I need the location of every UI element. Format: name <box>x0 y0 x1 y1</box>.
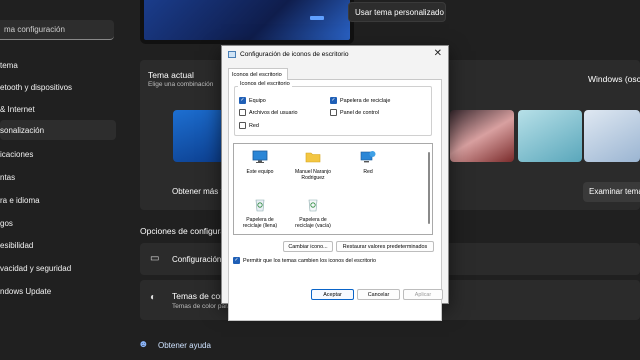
checkmark-icon: ✓ <box>239 97 246 104</box>
sidebar-item-accounts[interactable]: ntas <box>0 167 116 187</box>
desktop-icon-list[interactable]: Este equipo Manuel Naranjo Rodriguez Red… <box>233 143 433 235</box>
checkbox-recycle-bin[interactable]: ✓ Papelera de reciclaje <box>330 97 390 104</box>
get-more-themes-label: Obtener más t <box>172 187 223 196</box>
sidebar-item-personalization[interactable]: sonalización <box>0 120 116 140</box>
folder-icon <box>305 152 321 163</box>
checkbox-network-label: Red <box>249 122 259 129</box>
sidebar-item-bluetooth[interactable]: etooth y dispositivos <box>0 77 116 97</box>
checkbox-allow-themes-label: Permitir que los temas cambien los icono… <box>243 257 377 264</box>
checkbox-user-files-label: Archivos del usuario <box>249 109 298 116</box>
dialog-title: Configuración de iconos de escritorio <box>240 51 349 58</box>
monitor-icon <box>252 150 268 163</box>
close-icon[interactable]: ✕ <box>434 48 442 59</box>
contrast-themes-title: Temas de cor <box>172 291 224 301</box>
checkbox-user-files[interactable]: Archivos del usuario <box>239 109 298 116</box>
tab-desktop-icons[interactable]: Iconos del escritorio <box>228 68 288 80</box>
icon-item-label: Red <box>363 169 373 175</box>
sidebar-item-privacy[interactable]: vacidad y seguridad <box>0 258 116 278</box>
search-input[interactable]: ma configuración <box>0 20 114 40</box>
change-icon-button[interactable]: Cambiar icono... <box>283 241 333 252</box>
related-settings-heading: Opciones de configura <box>140 226 226 236</box>
theme-preview <box>140 0 354 44</box>
current-theme-subtitle: Elige una combinación <box>148 81 214 88</box>
checkbox-control-panel-box <box>330 109 337 116</box>
desktop-icons-group-label: Iconos del escritorio <box>238 81 292 87</box>
checkbox-control-panel-label: Panel de control <box>340 109 379 116</box>
checkmark-icon: ✓ <box>233 257 240 264</box>
monitor-icon: ▭ <box>150 253 160 264</box>
network-icon <box>360 151 376 163</box>
sidebar-item-network[interactable]: & Internet <box>0 99 116 119</box>
ok-button[interactable]: Aceptar <box>311 289 354 300</box>
contrast-icon: ◐ <box>150 292 157 303</box>
icon-item-recycle-empty[interactable]: Papelera de reciclaje (vacía) <box>291 198 335 229</box>
desktop-icon-settings-label: Configuración <box>172 255 222 264</box>
checkbox-recycle-bin-label: Papelera de reciclaje <box>340 97 391 104</box>
apply-button[interactable]: Aplicar <box>403 289 443 300</box>
checkmark-icon: ✓ <box>330 97 337 104</box>
get-help-link[interactable]: Obtener ayuda <box>158 341 211 350</box>
sidebar-item-apps[interactable]: icaciones <box>0 144 116 164</box>
dialog-title-bar: Configuración de iconos de escritorio ✕ <box>222 46 448 64</box>
recycle-bin-empty-icon <box>308 199 318 212</box>
checkbox-equipo[interactable]: ✓ Equipo <box>239 97 266 104</box>
desktop-icon-settings-dialog: Configuración de iconos de escritorio ✕ … <box>221 45 449 321</box>
sidebar-item-accessibility[interactable]: esibilidad <box>0 235 116 255</box>
use-custom-theme-button[interactable]: Usar tema personalizado <box>348 2 446 22</box>
checkbox-network-box <box>239 122 246 129</box>
sidebar-item-gaming[interactable]: gos <box>0 213 116 233</box>
icon-list-scrollbar[interactable] <box>428 152 430 224</box>
current-theme-name: Windows (oscu <box>588 74 640 84</box>
icon-item-label: Papelera de reciclaje (vacía) <box>295 217 331 229</box>
checkbox-control-panel[interactable]: Panel de control <box>330 109 379 116</box>
checkbox-equipo-label: Equipo <box>249 97 266 104</box>
icon-item-label: Este equipo <box>246 169 274 175</box>
restore-defaults-button[interactable]: Restaurar valores predeterminados <box>336 241 434 252</box>
icon-item-recycle-full[interactable]: Papelera de reciclaje (llena) <box>238 198 282 229</box>
sidebar-item-windows-update[interactable]: ndows Update <box>0 281 116 301</box>
icon-item-network[interactable]: Red <box>346 150 390 175</box>
settings-sidebar: ma configuración tema etooth y dispositi… <box>0 0 128 360</box>
icon-item-user-folder[interactable]: Manuel Naranjo Rodriguez <box>291 150 335 181</box>
theme-thumb-glow[interactable] <box>450 110 514 162</box>
sidebar-item-time-language[interactable]: ra e idioma <box>0 190 116 210</box>
explore-themes-button[interactable]: Examinar tema <box>583 182 640 202</box>
current-theme-title: Tema actual <box>148 70 194 80</box>
checkbox-user-files-box <box>239 109 246 116</box>
icon-item-este-equipo[interactable]: Este equipo <box>238 150 282 175</box>
help-icon: ☻ <box>138 339 149 350</box>
sidebar-item-system[interactable]: tema <box>0 55 116 75</box>
checkbox-allow-themes[interactable]: ✓ Permitir que los temas cambien los ico… <box>233 257 376 264</box>
icon-item-label: Manuel Naranjo Rodriguez <box>295 169 331 181</box>
theme-thumb-captured-motion[interactable] <box>518 110 582 162</box>
recycle-bin-full-icon <box>255 199 265 212</box>
checkbox-network[interactable]: Red <box>239 122 259 129</box>
icon-item-label: Papelera de reciclaje (llena) <box>242 217 278 229</box>
desktop-settings-icon <box>228 51 236 58</box>
theme-thumb-flow[interactable] <box>584 110 640 162</box>
cancel-button[interactable]: Cancelar <box>357 289 400 300</box>
